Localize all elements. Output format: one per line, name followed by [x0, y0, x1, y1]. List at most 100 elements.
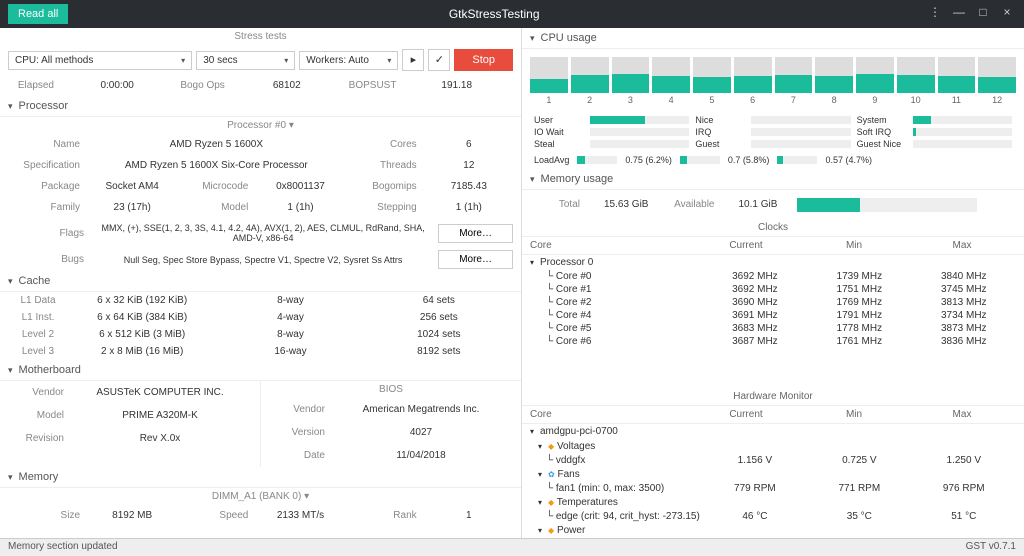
mb-vendor: ASUSTeK COMPUTER INC.	[68, 384, 252, 401]
proc-bogomips: 7185.43	[425, 178, 513, 195]
proc-stepping: 1 (1h)	[425, 199, 513, 216]
cpu-bar: 5	[693, 57, 731, 105]
cpu-bar: 3	[612, 57, 650, 105]
read-all-button[interactable]: Read all	[8, 4, 68, 24]
hwmon-fans[interactable]: ▾✿ Fans	[522, 467, 1024, 482]
cpu-bar: 4	[652, 57, 690, 105]
hwmon-temperatures[interactable]: ▾◆ Temperatures	[522, 495, 1024, 510]
cpu-bar: 9	[856, 57, 894, 105]
clocks-table-header: CoreCurrentMinMax	[522, 237, 1024, 255]
menu-icon[interactable]: ⋮	[926, 5, 944, 23]
status-message: Memory section updated	[8, 541, 118, 554]
clock-row: └ Core #03692 MHz1739 MHz3840 MHz	[522, 270, 1024, 283]
app-title: GtkStressTesting	[68, 7, 920, 21]
load1: 0.75 (6.2%)	[625, 155, 672, 165]
maximize-icon[interactable]: □	[974, 5, 992, 23]
stop-button[interactable]: Stop	[454, 49, 513, 71]
titlebar: Read all GtkStressTesting ⋮ — □ ×	[0, 0, 1024, 28]
hwmon-fan1: └ fan1 (min: 0, max: 3500)779 RPM771 RPM…	[522, 482, 1024, 495]
proc-microcode: 0x8001137	[256, 178, 344, 195]
hwmon-device[interactable]: ▾amdgpu-pci-0700	[522, 424, 1024, 439]
cache-row: Level 26 x 512 KiB (3 MiB)8-way1024 sets	[0, 326, 521, 343]
bios-version: 4027	[329, 424, 513, 441]
mem-speed: 2133 MT/s	[256, 507, 344, 524]
cpu-stat-grid: UserNiceSystemIO WaitIRQSoft IRQStealGue…	[522, 113, 1024, 151]
proc-flags: MMX, (+), SSE(1, 2, 3, 3S, 4.1, 4.2, 4A)…	[88, 220, 438, 246]
start-stress-button[interactable]: ▸	[402, 49, 424, 71]
hwmon-voltages[interactable]: ▾◆ Voltages	[522, 439, 1024, 454]
app-version: GST v0.7.1	[966, 541, 1016, 554]
cache-row: Level 32 x 8 MiB (16 MiB)16-way8192 sets	[0, 343, 521, 360]
mem-usage-bar	[797, 198, 977, 212]
mem-total: 15.63 GiB	[604, 199, 648, 210]
cpu-bar: 2	[571, 57, 609, 105]
cpu-usage-bars: 123456789101112	[522, 49, 1024, 113]
statusbar: Memory section updated GST v0.7.1	[0, 538, 1024, 556]
clock-row: └ Core #43691 MHz1791 MHz3734 MHz	[522, 309, 1024, 322]
minimize-icon[interactable]: —	[950, 5, 968, 23]
motherboard-header[interactable]: Motherboard	[0, 360, 521, 381]
bogo-label: Bogo Ops	[176, 77, 228, 94]
right-panel: CPU usage 123456789101112 UserNiceSystem…	[522, 28, 1024, 538]
flags-more-button[interactable]: More…	[438, 224, 513, 243]
mem-rank: 1	[425, 507, 513, 524]
proc-name: AMD Ryzen 5 1600X	[88, 136, 345, 153]
bios-title: BIOS	[261, 381, 521, 398]
mem-size: 8192 MB	[88, 507, 176, 524]
hwmon-power[interactable]: ▾◆ Power	[522, 523, 1024, 538]
hwmon-title: Hardware Monitor	[522, 388, 1024, 406]
hwmon-table-header: CoreCurrentMinMax	[522, 406, 1024, 424]
stress-duration-combo[interactable]: 30 secs	[196, 51, 295, 70]
proc-package: Socket AM4	[88, 178, 176, 195]
bios-date: 11/04/2018	[329, 447, 513, 464]
memory-usage-header[interactable]: Memory usage	[522, 169, 1024, 190]
stress-tests-title: Stress tests	[0, 28, 521, 45]
proc-spec: AMD Ryzen 5 1600X Six-Core Processor	[88, 157, 345, 174]
proc-bugs: Null Seg, Spec Store Bypass, Spectre V1,…	[88, 252, 438, 268]
load5: 0.7 (5.8%)	[728, 155, 770, 165]
elapsed-label: Elapsed	[8, 77, 58, 94]
processor-header[interactable]: Processor	[0, 96, 521, 117]
close-icon[interactable]: ×	[998, 5, 1016, 23]
mem-available: 10.1 GiB	[738, 199, 777, 210]
load15: 0.57 (4.7%)	[825, 155, 872, 165]
left-panel: Stress tests CPU: All methods 30 secs Wo…	[0, 28, 522, 538]
clock-row: └ Core #53683 MHz1778 MHz3873 MHz	[522, 322, 1024, 335]
stress-method-combo[interactable]: CPU: All methods	[8, 51, 192, 70]
clock-row: └ Core #13692 MHz1751 MHz3745 MHz	[522, 283, 1024, 296]
fan-icon: ✿	[548, 470, 555, 479]
clocks-processor0[interactable]: ▾Processor 0	[522, 255, 1024, 270]
bugs-more-button[interactable]: More…	[438, 250, 513, 269]
bios-vendor: American Megatrends Inc.	[329, 401, 513, 418]
cpu-bar: 12	[978, 57, 1016, 105]
confirm-button[interactable]: ✓	[428, 49, 450, 71]
hwmon-vddgfx: └ vddgfx1.156 V0.725 V1.250 V	[522, 454, 1024, 467]
cpu-bar: 7	[775, 57, 813, 105]
clocks-title: Clocks	[522, 219, 1024, 237]
cpu-usage-header[interactable]: CPU usage	[522, 28, 1024, 49]
processor-selector[interactable]: Processor #0 ▾	[0, 117, 521, 134]
proc-family: 23 (17h)	[88, 199, 176, 216]
cpu-bar: 1	[530, 57, 568, 105]
loadavg-label: LoadAvg	[534, 155, 569, 165]
power-icon: ◆	[548, 526, 554, 535]
temp-icon: ◆	[548, 498, 554, 507]
clock-row: └ Core #23690 MHz1769 MHz3813 MHz	[522, 296, 1024, 309]
proc-cores: 6	[425, 136, 513, 153]
cpu-bar: 10	[897, 57, 935, 105]
cache-header[interactable]: Cache	[0, 271, 521, 292]
stress-workers-combo[interactable]: Workers: Auto	[299, 51, 398, 70]
cache-row: L1 Inst.6 x 64 KiB (384 KiB)4-way256 set…	[0, 309, 521, 326]
cpu-bar: 11	[938, 57, 976, 105]
proc-threads: 12	[425, 157, 513, 174]
dimm-selector[interactable]: DIMM_A1 (BANK 0) ▾	[0, 488, 521, 505]
elapsed-value: 0:00:00	[58, 77, 176, 94]
proc-model: 1 (1h)	[256, 199, 344, 216]
cpu-bar: 6	[734, 57, 772, 105]
cpu-bar: 8	[815, 57, 853, 105]
cache-row: L1 Data6 x 32 KiB (192 KiB)8-way64 sets	[0, 292, 521, 309]
bogo-value: 68102	[229, 77, 345, 94]
memory-header[interactable]: Memory	[0, 467, 521, 488]
mb-model: PRIME A320M-K	[68, 407, 252, 424]
bopsust-value: 191.18	[400, 77, 513, 94]
